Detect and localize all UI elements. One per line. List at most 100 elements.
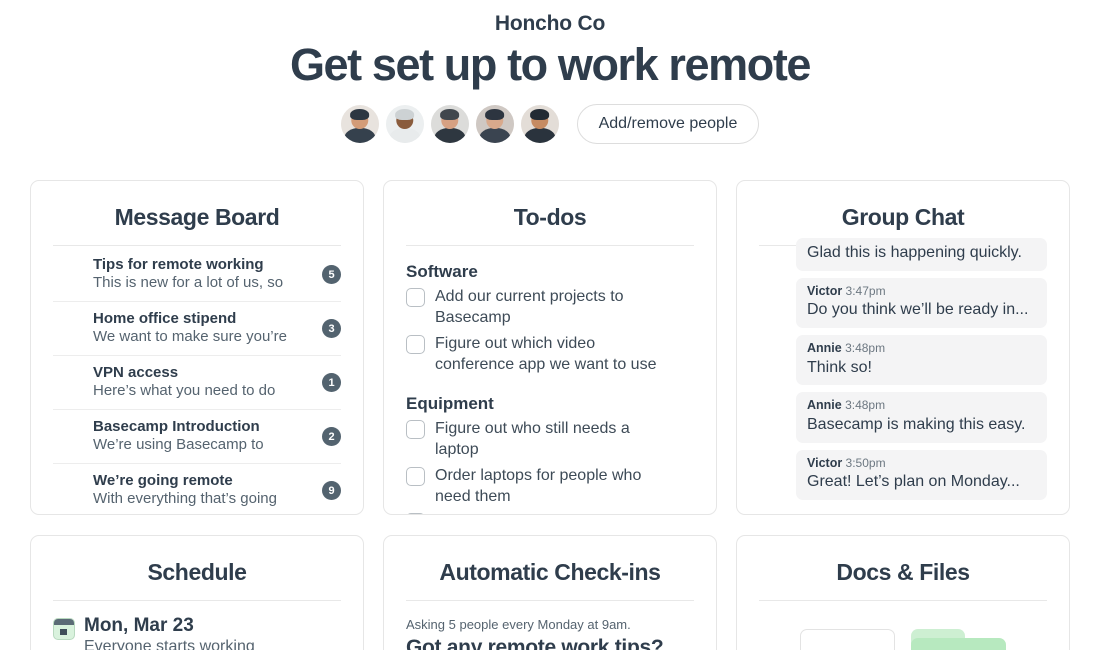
todo-item[interactable]: put together list of: [406, 511, 694, 514]
chat-author: Annie: [807, 341, 842, 356]
chat-message[interactable]: Victor 3:50pm Great! Let’s plan on Monday…: [759, 449, 1047, 500]
comment-count-badge: 5: [322, 265, 341, 285]
divider: [406, 245, 694, 246]
message-list-item[interactable]: We’re going remote With everything that’s…: [53, 464, 341, 514]
card-group-chat[interactable]: Group Chat Glad this is happening quickl…: [736, 180, 1070, 515]
chat-bubble: Victor 3:47pm Do you think we’ll be ready…: [796, 277, 1047, 329]
chat-timestamp: 3:47pm: [845, 283, 886, 298]
schedule-entry-text: Mon, Mar 23 Everyone starts working: [84, 615, 255, 650]
document-thumbnail[interactable]: Transition: [800, 629, 895, 650]
file-thumbnail-list: Transition: [759, 629, 1047, 650]
message-item-text: Tips for remote working This is new for a…: [93, 256, 314, 293]
chat-meta: Annie 3:48pm: [807, 397, 1036, 415]
message-item-excerpt: We want to make sure you’re: [93, 328, 287, 346]
project-dashboard: Honcho Co Get set up to work remote Add/…: [0, 0, 1100, 650]
avatar-list: [340, 105, 566, 144]
page-header: Honcho Co Get set up to work remote Add/…: [0, 0, 1100, 145]
message-list-item[interactable]: Home office stipend We want to make sure …: [53, 302, 341, 357]
chat-meta: Victor 3:50pm: [807, 455, 1036, 473]
chat-bubble: Glad this is happening quickly.: [796, 238, 1047, 271]
schedule-entry-description: Everyone starts working: [84, 637, 255, 650]
chat-message[interactable]: Annie 3:48pm Think so!: [759, 335, 1047, 386]
message-list: Tips for remote working This is new for a…: [53, 248, 341, 514]
card-docs-files[interactable]: Docs & Files Transition: [736, 535, 1070, 650]
avatar[interactable]: [475, 105, 514, 144]
chat-bubble: Annie 3:48pm Basecamp is making this easy…: [796, 392, 1047, 443]
schedule-entry-date: Mon, Mar 23: [84, 615, 194, 636]
todo-item-label: Figure out which video conference app we…: [435, 334, 657, 373]
todo-checkbox[interactable]: [406, 288, 425, 307]
checkin-question[interactable]: Got any remote work tips?: [406, 636, 694, 650]
chat-author: Victor: [807, 455, 843, 470]
comment-count-badge: 9: [322, 481, 341, 501]
folder-thumbnail[interactable]: [911, 629, 1006, 650]
message-item-text: Basecamp Introduction We’re using Basecam…: [93, 418, 314, 455]
calendar-icon: [53, 618, 75, 640]
people-row: Add/remove people: [0, 104, 1100, 145]
schedule-entry[interactable]: Mon, Mar 23 Everyone starts working: [53, 615, 341, 650]
todo-checkbox[interactable]: [406, 466, 425, 486]
avatar: [53, 476, 83, 506]
message-item-excerpt: Here’s what you need to do: [93, 382, 276, 400]
add-remove-people-button[interactable]: Add/remove people: [576, 104, 760, 145]
avatar[interactable]: [385, 105, 424, 144]
todo-groups: Software Add our current projects to Base…: [406, 262, 694, 514]
todo-item-label: Figure out who still needs a laptop: [435, 420, 630, 459]
chat-meta: Annie 3:48pm: [807, 340, 1036, 358]
avatar: [53, 314, 83, 344]
chat-author: Victor: [807, 283, 843, 298]
divider: [53, 600, 341, 601]
avatar[interactable]: [520, 105, 559, 144]
divider: [53, 245, 341, 246]
todo-group-name: Equipment: [406, 394, 494, 414]
card-schedule[interactable]: Schedule Mon, Mar 23 Everyone starts wor…: [30, 535, 364, 650]
comment-count-badge: 2: [322, 427, 341, 447]
message-item-title: Tips for remote working: [93, 256, 264, 273]
message-item-title: VPN access: [93, 364, 179, 382]
avatar: [759, 454, 787, 482]
todo-item[interactable]: Figure out who still needs a laptop: [406, 418, 694, 461]
chat-text: Do you think we’ll be ready in...: [807, 301, 1029, 319]
todo-checkbox[interactable]: [406, 420, 425, 440]
card-title-docs-files: Docs & Files: [836, 559, 970, 585]
card-title-schedule: Schedule: [147, 559, 247, 585]
chat-timestamp: 3:48pm: [845, 398, 886, 413]
todo-checkbox[interactable]: [406, 334, 425, 354]
todo-item-label: Order laptops for people who need them: [435, 466, 642, 505]
card-message-board[interactable]: Message Board Tips for remote working Thi…: [30, 180, 364, 515]
organization-name: Honcho Co: [494, 12, 606, 35]
avatar[interactable]: [430, 105, 469, 144]
message-item-title: We’re going remote: [93, 472, 233, 490]
comment-count-badge: 3: [322, 319, 341, 339]
message-list-item[interactable]: Basecamp Introduction We’re using Basecam…: [53, 410, 341, 465]
avatar: [759, 282, 787, 310]
todo-checkbox[interactable]: [406, 513, 425, 514]
card-todos[interactable]: To-dos Software Add our current projects …: [383, 180, 717, 515]
card-title-todos: To-dos: [513, 204, 587, 230]
checkin-content: Asking 5 people every Monday at 9am. Got…: [406, 617, 694, 650]
avatar[interactable]: [340, 105, 379, 144]
todo-item-label: put together list of: [435, 511, 562, 514]
todo-item[interactable]: Order laptops for people who need them: [406, 465, 694, 508]
todo-group: Equipment Figure out who still needs a la…: [406, 394, 694, 514]
message-list-item[interactable]: Tips for remote working This is new for a…: [53, 248, 341, 303]
message-item-text: We’re going remote With everything that’s…: [93, 472, 314, 509]
todo-item[interactable]: Figure out which video conference app we…: [406, 333, 694, 376]
todo-item-label: Add our current projects to Basecamp: [435, 288, 624, 327]
chat-meta: Victor 3:47pm: [807, 283, 1036, 301]
chat-message[interactable]: Victor 3:47pm Do you think we’ll be ready…: [759, 277, 1047, 329]
divider: [759, 600, 1047, 601]
todo-item[interactable]: Add our current projects to Basecamp: [406, 286, 694, 329]
message-item-excerpt: This is new for a lot of us, so: [93, 274, 284, 292]
chat-bubble: Annie 3:48pm Think so!: [796, 335, 1047, 386]
avatar: [759, 339, 787, 367]
avatar: [53, 260, 83, 290]
card-automatic-checkins[interactable]: Automatic Check-ins Asking 5 people ever…: [383, 535, 717, 650]
message-list-item[interactable]: VPN access Here’s what you need to do 1: [53, 356, 341, 411]
chat-message[interactable]: Annie 3:48pm Basecamp is making this easy…: [759, 392, 1047, 443]
schedule-entries: Mon, Mar 23 Everyone starts working: [53, 615, 341, 650]
message-item-text: VPN access Here’s what you need to do: [93, 364, 314, 401]
message-item-title: Home office stipend: [93, 310, 237, 328]
chat-text: Great! Let’s plan on Monday...: [807, 473, 1020, 491]
chat-message[interactable]: Glad this is happening quickly.: [759, 238, 1047, 271]
